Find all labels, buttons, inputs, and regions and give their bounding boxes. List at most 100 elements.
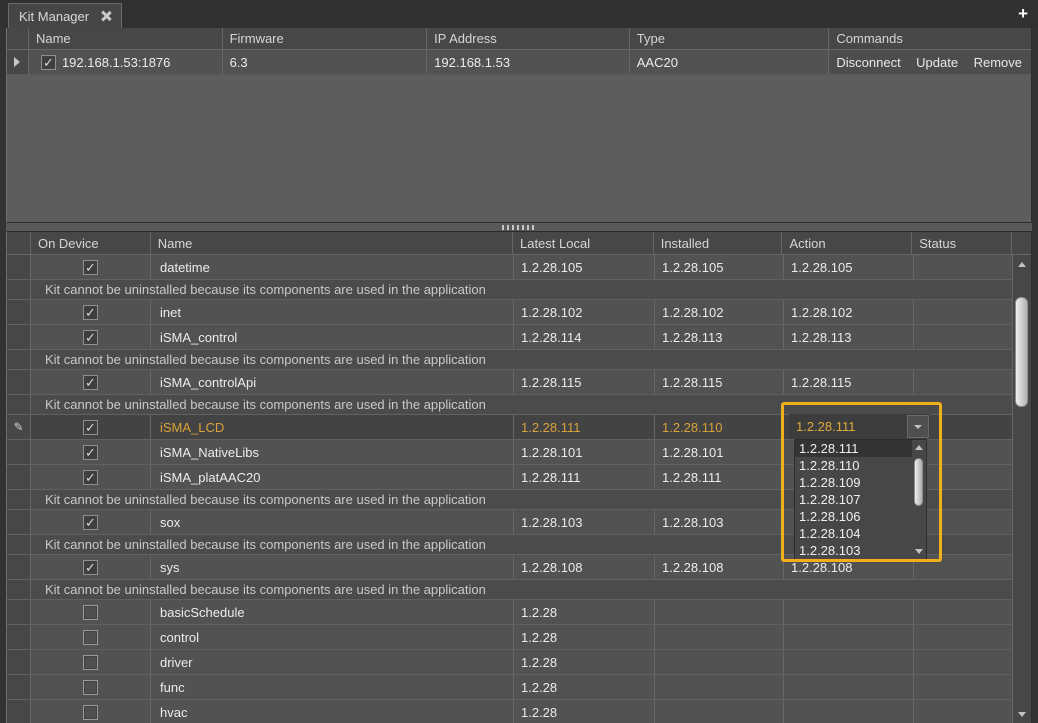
latest-local-cell: 1.2.28 [514, 625, 655, 649]
kit-row[interactable]: ✓ inet 1.2.28.102 1.2.28.102 1.2.28.102 [7, 300, 1031, 325]
dropdown-option[interactable]: 1.2.28.104 [795, 525, 912, 542]
kit-marker-header [7, 232, 31, 254]
installed-cell [655, 650, 784, 674]
on-device-checkbox[interactable]: ✓ [83, 420, 98, 435]
kit-row[interactable]: ✓ iSMA_controlApi 1.2.28.115 1.2.28.115 … [7, 370, 1031, 395]
on-device-checkbox[interactable]: ✓ [83, 375, 98, 390]
warning-text: Kit cannot be uninstalled because its co… [31, 580, 1014, 599]
kit-name-cell: datetime [151, 255, 514, 279]
on-device-checkbox[interactable] [83, 655, 98, 670]
dropdown-option[interactable]: 1.2.28.109 [795, 474, 912, 491]
disconnect-button[interactable]: Disconnect [836, 55, 900, 70]
device-table-header: Name Firmware IP Address Type Commands [7, 28, 1031, 50]
dropdown-option[interactable]: 1.2.28.106 [795, 508, 912, 525]
latest-local-cell: 1.2.28 [514, 650, 655, 674]
row-marker [7, 255, 31, 279]
dropdown-option[interactable]: 1.2.28.107 [795, 491, 912, 508]
add-tab-button[interactable]: + [1018, 4, 1028, 24]
on-device-checkbox[interactable]: ✓ [83, 515, 98, 530]
on-device-checkbox[interactable] [83, 705, 98, 720]
installed-cell: 1.2.28.115 [655, 370, 784, 394]
col-header-type[interactable]: Type [630, 28, 830, 49]
scroll-up-icon[interactable] [1018, 262, 1026, 267]
combobox-drop-button[interactable] [907, 415, 929, 438]
dropdown-scroll-down-icon[interactable] [915, 549, 923, 554]
kit-row[interactable]: func 1.2.28 [7, 675, 1031, 700]
installed-cell: 1.2.28.105 [655, 255, 784, 279]
on-device-checkbox[interactable]: ✓ [83, 330, 98, 345]
on-device-checkbox[interactable] [83, 605, 98, 620]
scroll-down-icon[interactable] [1018, 712, 1026, 717]
kit-name-cell: iSMA_NativeLibs [151, 440, 514, 464]
dropdown-scroll-thumb[interactable] [914, 458, 923, 506]
kit-row[interactable]: ✓ datetime 1.2.28.105 1.2.28.105 1.2.28.… [7, 255, 1031, 280]
action-cell[interactable] [784, 625, 914, 649]
action-cell[interactable] [784, 675, 914, 699]
dropdown-option[interactable]: 1.2.28.103 [795, 542, 912, 559]
panel-splitter[interactable] [6, 223, 1032, 231]
latest-local-cell: 1.2.28.102 [514, 300, 655, 324]
tab-close-icon[interactable] [101, 11, 111, 21]
device-checkbox[interactable]: ✓ [41, 55, 56, 70]
col-header-on-device[interactable]: On Device [31, 232, 151, 254]
row-marker [7, 700, 31, 723]
dropdown-option[interactable]: 1.2.28.111 [795, 440, 912, 457]
col-header-name[interactable]: Name [29, 28, 223, 49]
warning-text: Kit cannot be uninstalled because its co… [31, 350, 1014, 369]
kit-row[interactable]: control 1.2.28 [7, 625, 1031, 650]
dropdown-scrollbar[interactable] [912, 440, 926, 559]
action-cell[interactable] [784, 700, 914, 723]
chevron-down-icon [914, 425, 922, 429]
device-firmware-cell: 6.3 [223, 50, 428, 74]
device-row[interactable]: ✓ 192.168.1.53:1876 6.3 192.168.1.53 AAC… [7, 50, 1031, 75]
tab-kit-manager[interactable]: Kit Manager [8, 3, 122, 28]
kit-name-cell: iSMA_control [151, 325, 514, 349]
kit-row[interactable]: hvac 1.2.28 [7, 700, 1031, 723]
col-header-latest-local[interactable]: Latest Local [513, 232, 654, 254]
kit-table-scrollbar[interactable] [1012, 255, 1031, 723]
on-device-checkbox[interactable] [83, 630, 98, 645]
on-device-checkbox[interactable]: ✓ [83, 470, 98, 485]
col-header-installed[interactable]: Installed [654, 232, 783, 254]
kit-row[interactable]: driver 1.2.28 [7, 650, 1031, 675]
installed-cell: 1.2.28.111 [655, 465, 784, 489]
device-commands-cell: Disconnect Update Remove [829, 50, 1031, 74]
on-device-checkbox[interactable]: ✓ [83, 560, 98, 575]
update-button[interactable]: Update [916, 55, 958, 70]
col-header-action[interactable]: Action [782, 232, 912, 254]
latest-local-cell: 1.2.28.101 [514, 440, 655, 464]
status-cell [914, 555, 1014, 579]
col-header-kit-name[interactable]: Name [151, 232, 513, 254]
edit-pencil-icon: ✎ [7, 415, 31, 439]
row-marker [7, 650, 31, 674]
row-marker [7, 350, 31, 369]
on-device-checkbox[interactable]: ✓ [83, 305, 98, 320]
remove-button[interactable]: Remove [974, 55, 1022, 70]
latest-local-cell: 1.2.28.103 [514, 510, 655, 534]
action-cell[interactable]: 1.2.28.113 [784, 325, 914, 349]
action-version-combobox[interactable]: 1.2.28.111 [789, 414, 930, 439]
col-header-ip-address[interactable]: IP Address [427, 28, 630, 49]
dropdown-option[interactable]: 1.2.28.110 [795, 457, 912, 474]
on-device-checkbox[interactable]: ✓ [83, 260, 98, 275]
on-device-checkbox[interactable]: ✓ [83, 445, 98, 460]
kit-row[interactable]: basicSchedule 1.2.28 [7, 600, 1031, 625]
col-header-status[interactable]: Status [912, 232, 1012, 254]
on-device-checkbox[interactable] [83, 680, 98, 695]
kit-row[interactable]: ✓ iSMA_control 1.2.28.114 1.2.28.113 1.2… [7, 325, 1031, 350]
col-header-commands[interactable]: Commands [829, 28, 1031, 49]
kit-name-cell: iSMA_LCD [151, 415, 514, 439]
device-type-cell: AAC20 [630, 50, 830, 74]
on-device-cell: ✓ [31, 370, 151, 394]
action-cell[interactable]: 1.2.28.105 [784, 255, 914, 279]
col-header-firmware[interactable]: Firmware [223, 28, 428, 49]
scroll-thumb[interactable] [1015, 297, 1028, 407]
action-cell[interactable] [784, 600, 914, 624]
action-cell[interactable]: 1.2.28.115 [784, 370, 914, 394]
device-name: 192.168.1.53:1876 [62, 55, 170, 70]
action-cell[interactable] [784, 650, 914, 674]
device-ip-cell: 192.168.1.53 [427, 50, 630, 74]
action-cell[interactable]: 1.2.28.102 [784, 300, 914, 324]
latest-local-cell: 1.2.28 [514, 700, 655, 723]
dropdown-scroll-up-icon[interactable] [915, 445, 923, 450]
